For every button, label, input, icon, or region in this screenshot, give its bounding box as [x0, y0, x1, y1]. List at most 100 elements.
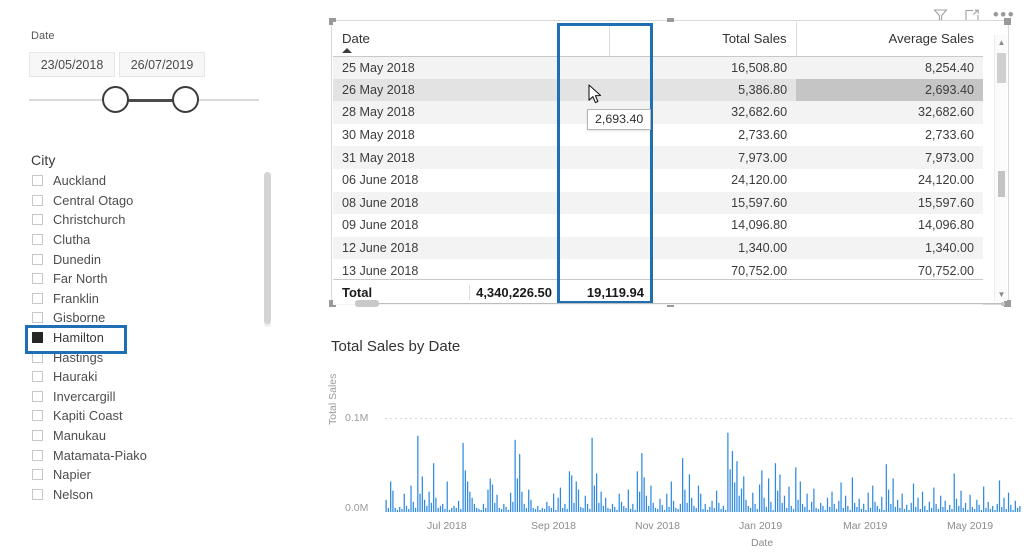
city-checkbox[interactable]: [32, 175, 43, 187]
city-list-item[interactable]: Hauraki: [28, 367, 268, 387]
cell-average-sales[interactable]: 8,254.40: [796, 56, 983, 79]
scroll-down-arrow-icon[interactable]: ▼: [995, 287, 1008, 301]
cell-date[interactable]: 30 May 2018: [333, 124, 609, 147]
city-label: Clutha: [53, 232, 91, 248]
cell-total-sales[interactable]: 1,340.00: [609, 236, 797, 260]
cell-average-sales[interactable]: 32,682.60: [796, 101, 983, 124]
city-checkbox[interactable]: [32, 312, 43, 324]
cell-date[interactable]: 28 May 2018: [333, 101, 610, 124]
sales-table[interactable]: Date Total Sales Average Sales 25 May 20…: [333, 22, 983, 305]
city-checkbox[interactable]: [32, 332, 43, 344]
city-checkbox[interactable]: [32, 390, 43, 402]
city-checkbox[interactable]: [32, 194, 43, 206]
city-checkbox[interactable]: [32, 488, 43, 500]
date-from-input[interactable]: 23/05/2018: [29, 52, 115, 77]
city-checkbox[interactable]: [32, 371, 43, 383]
city-checkbox[interactable]: [32, 469, 43, 481]
chart-plot-area[interactable]: [385, 390, 1021, 512]
table-horizontal-scrollbar[interactable]: [355, 300, 1005, 307]
city-checkbox[interactable]: [32, 430, 43, 442]
table-row[interactable]: 30 May 2018 2,733.60 2,733.60: [333, 124, 983, 147]
city-list-item[interactable]: Kapiti Coast: [28, 406, 268, 426]
cell-total-sales[interactable]: 14,096.80: [609, 214, 796, 237]
city-label: Central Otago: [53, 192, 134, 208]
table-row[interactable]: 28 May 2018 32,682.60 32,682.60: [333, 101, 983, 124]
sort-ascending-icon[interactable]: [342, 47, 352, 53]
city-checkbox[interactable]: [32, 273, 43, 285]
city-list-item[interactable]: Far North: [28, 269, 268, 289]
city-list-item[interactable]: Auckland: [28, 171, 268, 191]
city-label: Kapiti Coast: [53, 408, 123, 424]
city-checkbox[interactable]: [32, 253, 43, 265]
cell-average-sales[interactable]: 2,693.40: [796, 78, 983, 102]
cell-date[interactable]: 25 May 2018: [333, 56, 610, 79]
hscrollbar-thumb[interactable]: [355, 300, 379, 307]
cell-total-sales[interactable]: 24,120.00: [609, 169, 796, 192]
table-vertical-scrollbar[interactable]: ▲ ▼: [994, 35, 1007, 301]
cell-date[interactable]: 09 June 2018: [333, 214, 609, 237]
city-list-item[interactable]: Franklin: [28, 289, 268, 309]
cell-total-sales[interactable]: 16,508.80: [609, 56, 797, 79]
city-list-item[interactable]: Clutha: [28, 230, 268, 250]
city-list-item[interactable]: Nelson: [28, 485, 268, 505]
scroll-up-arrow-icon[interactable]: ▲: [995, 35, 1008, 49]
table-row[interactable]: 12 June 2018 1,340.00 1,340.00: [333, 236, 983, 260]
cell-total-sales[interactable]: 5,386.80: [609, 78, 797, 102]
cell-date[interactable]: 08 June 2018: [333, 191, 610, 215]
city-list-item[interactable]: Manukau: [28, 426, 268, 446]
resize-handle-top-right[interactable]: [1004, 18, 1011, 25]
city-checkbox[interactable]: [32, 214, 43, 226]
city-list-item[interactable]: Napier: [28, 465, 268, 485]
city-list-item[interactable]: Central Otago: [28, 191, 268, 211]
cell-total-sales[interactable]: 15,597.60: [609, 191, 797, 215]
table-scrollbar-thumb-secondary[interactable]: [998, 171, 1005, 197]
resize-handle-bottom-right[interactable]: [1004, 300, 1011, 307]
cell-date[interactable]: 26 May 2018: [333, 78, 610, 102]
cell-average-sales[interactable]: 24,120.00: [796, 169, 983, 192]
slider-handle-start[interactable]: [102, 86, 129, 113]
cell-date[interactable]: 12 June 2018: [333, 236, 610, 260]
city-list-item[interactable]: Matamata-Piako: [28, 445, 268, 465]
column-header-average-sales[interactable]: Average Sales: [796, 22, 983, 57]
bar-chart-visual[interactable]: Total Sales by Date Total Sales 0.1M 0.0…: [327, 330, 1021, 555]
cell-average-sales[interactable]: 7,973.00: [796, 146, 983, 169]
city-label: Napier: [53, 467, 91, 483]
table-row[interactable]: 08 June 2018 15,597.60 15,597.60: [333, 191, 983, 215]
table-row[interactable]: 06 June 2018 24,120.00 24,120.00: [333, 169, 983, 192]
slider-handle-end[interactable]: [172, 86, 199, 113]
table-row[interactable]: 09 June 2018 14,096.80 14,096.80: [333, 214, 983, 237]
city-list-item[interactable]: Invercargill: [28, 387, 268, 407]
table-body[interactable]: 25 May 2018 16,508.80 8,254.40 26 May 2018 5…: [333, 56, 983, 305]
date-to-input[interactable]: 26/07/2019: [119, 52, 205, 77]
cell-average-sales[interactable]: 1,340.00: [796, 236, 983, 260]
city-list-item[interactable]: Gisborne: [28, 308, 268, 328]
city-list-scrollbar-thumb[interactable]: [264, 172, 271, 324]
date-slicer-title: Date: [31, 30, 55, 42]
city-list-item[interactable]: Christchurch: [28, 210, 268, 230]
table-visual[interactable]: Date Total Sales Average Sales 25 May 20…: [329, 18, 1011, 307]
cell-average-sales[interactable]: 14,096.80: [796, 214, 983, 237]
city-list-item[interactable]: Hamilton: [28, 328, 268, 348]
city-checkbox[interactable]: [32, 351, 43, 363]
table-row[interactable]: 31 May 2018 7,973.00 7,973.00: [333, 146, 983, 169]
date-range-slider[interactable]: [29, 86, 259, 114]
cell-average-sales[interactable]: 2,733.60: [796, 124, 983, 147]
table-row[interactable]: 25 May 2018 16,508.80 8,254.40: [333, 56, 983, 79]
city-checkbox[interactable]: [32, 410, 43, 422]
cell-date[interactable]: 31 May 2018: [333, 146, 610, 169]
cell-date[interactable]: 06 June 2018: [333, 169, 609, 192]
city-list-item[interactable]: Hastings: [28, 347, 268, 367]
table-row[interactable]: 26 May 2018 5,386.80 2,693.40: [333, 78, 983, 102]
city-list-item[interactable]: Dunedin: [28, 249, 268, 269]
cell-total-sales[interactable]: 7,973.00: [609, 146, 797, 169]
city-slicer-list[interactable]: Auckland Central Otago Christchurch Clutha D…: [28, 171, 268, 516]
city-checkbox[interactable]: [32, 449, 43, 461]
table-scrollbar-thumb[interactable]: [997, 53, 1006, 83]
column-header-total-sales[interactable]: Total Sales: [609, 22, 797, 57]
city-label: Dunedin: [53, 251, 102, 267]
column-header-date[interactable]: Date: [333, 22, 610, 57]
city-checkbox[interactable]: [32, 234, 43, 246]
city-checkbox[interactable]: [32, 292, 43, 304]
city-label: Manukau: [53, 428, 106, 444]
cell-average-sales[interactable]: 15,597.60: [796, 191, 983, 215]
